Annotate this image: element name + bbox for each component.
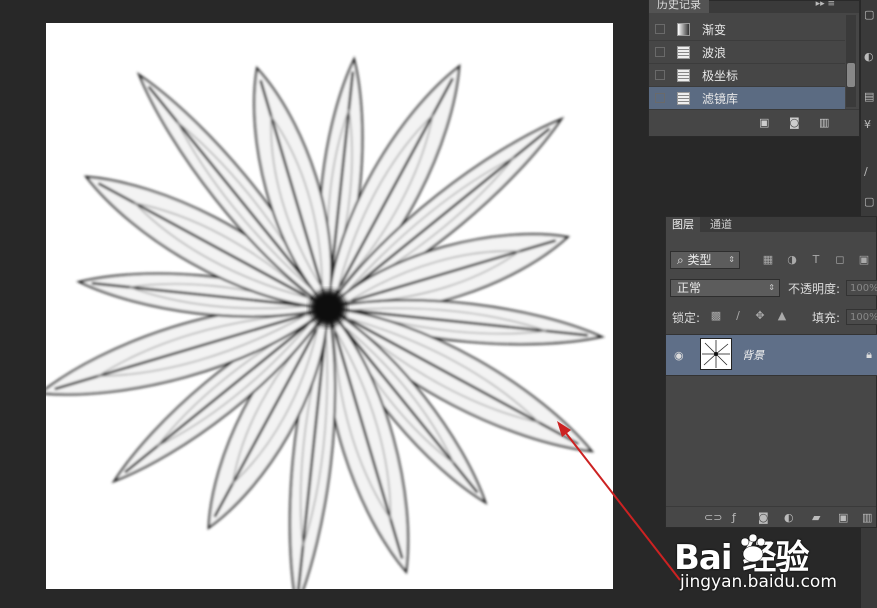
annotation-arrow <box>557 421 681 581</box>
baidu-watermark: Bai 经验 jingyan.baidu.com <box>670 524 870 608</box>
paw-icon <box>740 533 766 563</box>
watermark-url: jingyan.baidu.com <box>680 572 837 592</box>
